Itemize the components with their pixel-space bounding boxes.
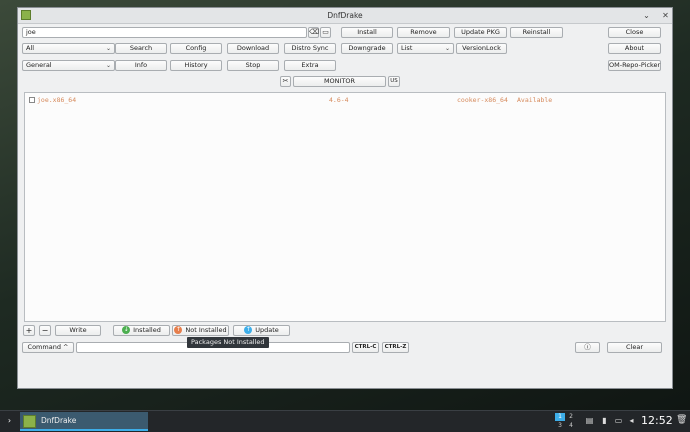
installed-filter-button[interactable]: ↓ Installed bbox=[113, 325, 170, 336]
virtual-desktop-pager[interactable]: 1 2 3 4 bbox=[555, 413, 577, 430]
package-name: joe.x86_64 bbox=[37, 96, 77, 104]
package-version: 4.6-4 bbox=[329, 96, 349, 104]
om-repo-picker-button[interactable]: OM-Repo-Picker bbox=[608, 60, 661, 71]
chevron-down-icon: ⌄ bbox=[444, 45, 450, 52]
not-installed-filter-label: Not Installed bbox=[185, 326, 227, 334]
chevron-down-icon: ⌄ bbox=[105, 62, 111, 69]
command-button[interactable]: Command ^ bbox=[22, 342, 74, 353]
clear-button[interactable]: Clear bbox=[607, 342, 662, 353]
package-repo: cooker-x86_64 bbox=[457, 96, 508, 104]
dnfdrake-app-icon bbox=[23, 415, 36, 428]
package-checkbox[interactable] bbox=[29, 97, 35, 103]
close-button[interactable]: Close bbox=[608, 27, 661, 38]
taskbar-item-label: DnfDrake bbox=[41, 416, 77, 425]
stop-button[interactable]: Stop bbox=[227, 60, 279, 71]
clear-input-icon[interactable]: ⌫ bbox=[308, 27, 319, 38]
update-pkg-button[interactable]: Update PKG bbox=[454, 27, 507, 38]
battery-icon[interactable]: ▮ bbox=[600, 416, 609, 425]
distro-sync-button[interactable]: Distro Sync bbox=[284, 43, 336, 54]
desktop-2[interactable]: 2 bbox=[566, 413, 576, 421]
tooltip: Packages Not Installed bbox=[187, 337, 269, 348]
remove-button[interactable]: Remove bbox=[397, 27, 450, 38]
download-button[interactable]: Download bbox=[227, 43, 279, 54]
update-status-icon: ↑ bbox=[244, 326, 253, 334]
versionlock-button[interactable]: VersionLock bbox=[456, 43, 507, 54]
desktop-4[interactable]: 4 bbox=[566, 422, 576, 430]
category-combo[interactable]: General ⌄ bbox=[22, 60, 115, 71]
list-item[interactable]: joe.x86_64 4.6-4 cooker-x86_64 Available bbox=[29, 96, 659, 105]
ctrl-z-button[interactable]: CTRL-Z bbox=[382, 342, 409, 353]
folder-icon[interactable]: ▭ bbox=[320, 27, 331, 38]
app-launcher-icon[interactable]: › bbox=[5, 416, 14, 425]
clipboard-icon[interactable]: ▤ bbox=[585, 416, 594, 425]
about-button[interactable]: About bbox=[608, 43, 661, 54]
desktop-3[interactable]: 3 bbox=[555, 422, 565, 430]
update-filter-button[interactable]: ↑ Update bbox=[233, 325, 290, 336]
search-input[interactable]: joe bbox=[22, 27, 307, 38]
add-button[interactable]: + bbox=[23, 325, 35, 336]
scope-combo[interactable]: All ⌄ bbox=[22, 43, 115, 54]
installed-status-icon: ↓ bbox=[122, 326, 131, 334]
update-filter-label: Update bbox=[255, 326, 279, 334]
installed-filter-label: Installed bbox=[133, 326, 161, 334]
network-icon[interactable]: ▭ bbox=[614, 416, 623, 425]
config-button[interactable]: Config bbox=[170, 43, 222, 54]
info-icon[interactable]: ⓘ bbox=[575, 342, 600, 353]
category-combo-value: General bbox=[26, 61, 52, 69]
list-combo-value: List bbox=[401, 44, 413, 52]
not-installed-filter-button[interactable]: ↑ Not Installed bbox=[172, 325, 229, 336]
pin-icon[interactable]: ✂ bbox=[280, 76, 291, 87]
language-indicator[interactable]: US bbox=[388, 76, 400, 87]
monitor-button[interactable]: MONITOR bbox=[293, 76, 386, 87]
volume-icon[interactable]: ◂ bbox=[627, 416, 636, 425]
package-list[interactable]: joe.x86_64 4.6-4 cooker-x86_64 Available bbox=[24, 92, 666, 322]
info-button[interactable]: Info bbox=[115, 60, 167, 71]
close-window-icon[interactable]: ✕ bbox=[661, 11, 670, 20]
taskbar-item-dnfdrake[interactable]: DnfDrake bbox=[20, 412, 148, 431]
extra-button[interactable]: Extra bbox=[284, 60, 336, 71]
trash-icon[interactable]: 🗑 bbox=[676, 416, 687, 425]
write-button[interactable]: Write bbox=[55, 325, 101, 336]
install-button[interactable]: Install bbox=[341, 27, 393, 38]
not-installed-status-icon: ↑ bbox=[174, 326, 183, 334]
window-title: DnfDrake bbox=[327, 11, 363, 20]
clock[interactable]: 12:52 bbox=[641, 414, 673, 427]
desktop-1[interactable]: 1 bbox=[555, 413, 565, 421]
chevron-down-icon: ⌄ bbox=[105, 45, 111, 52]
list-combo[interactable]: List ⌄ bbox=[397, 43, 454, 54]
search-button[interactable]: Search bbox=[115, 43, 167, 54]
history-button[interactable]: History bbox=[170, 60, 222, 71]
scope-combo-value: All bbox=[26, 44, 35, 52]
downgrade-button[interactable]: Downgrade bbox=[341, 43, 393, 54]
minimize-icon[interactable]: ⌄ bbox=[642, 11, 651, 20]
dnfdrake-window: DnfDrake ⌄ ✕ joe ⌫ ▭ Install Remove Upda… bbox=[17, 7, 673, 389]
title-bar[interactable]: DnfDrake ⌄ ✕ bbox=[18, 8, 672, 24]
reinstall-button[interactable]: Reinstall bbox=[510, 27, 563, 38]
taskbar: › DnfDrake 1 2 3 4 ▤ ▮ ▭ ◂ 12:52 🗑 bbox=[0, 410, 690, 432]
remove-row-button[interactable]: − bbox=[39, 325, 51, 336]
package-status: Available bbox=[517, 96, 553, 104]
ctrl-c-button[interactable]: CTRL-C bbox=[352, 342, 379, 353]
